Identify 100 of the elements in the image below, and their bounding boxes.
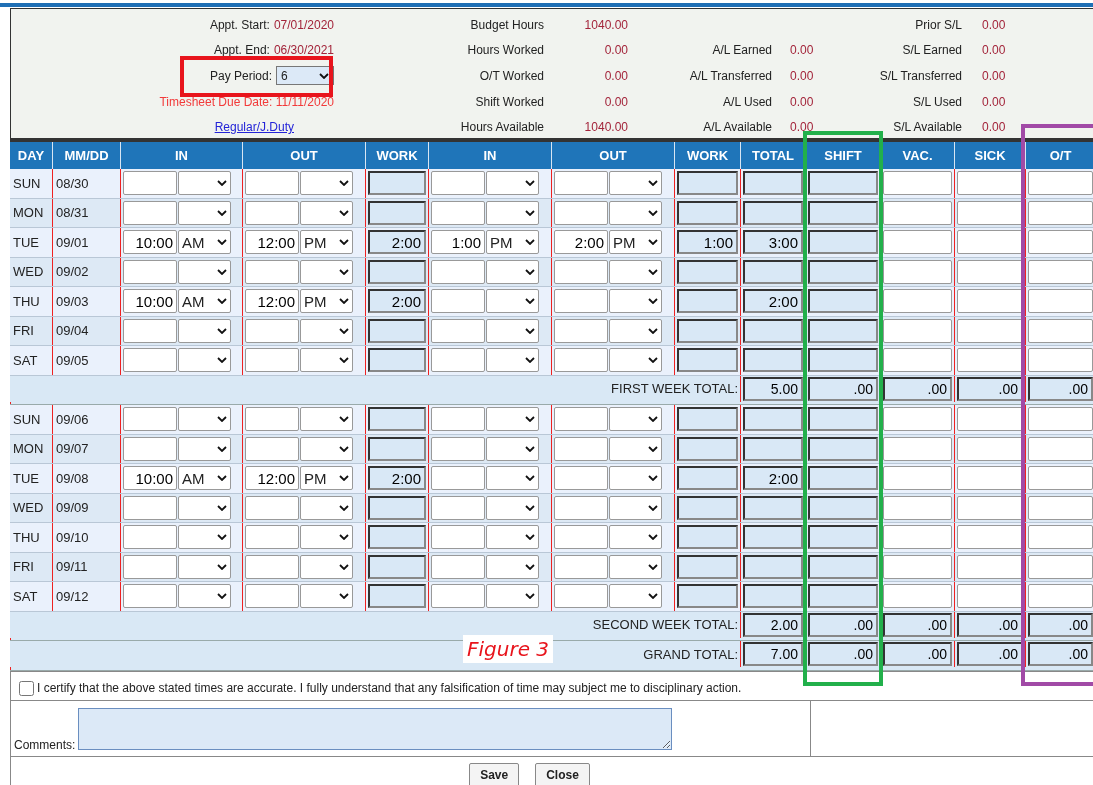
time-field[interactable] bbox=[123, 318, 177, 343]
hours-field[interactable] bbox=[808, 200, 878, 225]
total-field[interactable]: .00 bbox=[883, 376, 952, 401]
hours-field[interactable] bbox=[368, 525, 426, 550]
period-dropdown[interactable] bbox=[486, 289, 539, 314]
period-dropdown[interactable] bbox=[609, 200, 662, 225]
hours-field[interactable] bbox=[677, 584, 738, 609]
time-field[interactable] bbox=[554, 200, 608, 225]
hours-field[interactable] bbox=[368, 407, 426, 432]
hours-field[interactable]: 1:00 bbox=[677, 230, 738, 255]
hours-field[interactable] bbox=[808, 230, 878, 255]
total-field[interactable]: 7.00 bbox=[743, 642, 803, 667]
hours-field[interactable] bbox=[677, 348, 738, 373]
period-dropdown[interactable] bbox=[300, 200, 353, 225]
period-dropdown[interactable]: PM bbox=[609, 230, 662, 255]
hours-field[interactable] bbox=[677, 289, 738, 314]
period-dropdown[interactable] bbox=[486, 495, 539, 520]
hours-field[interactable] bbox=[1028, 348, 1093, 373]
period-dropdown[interactable]: AM bbox=[178, 466, 231, 491]
pay-period-dropdown[interactable]: 6 bbox=[276, 66, 334, 86]
period-dropdown[interactable] bbox=[609, 584, 662, 609]
hours-field[interactable] bbox=[957, 495, 1023, 520]
form-button[interactable]: Close bbox=[535, 762, 590, 785]
form-button[interactable]: Save bbox=[469, 762, 520, 785]
hours-field[interactable] bbox=[743, 259, 803, 284]
period-dropdown[interactable] bbox=[178, 436, 231, 461]
hours-field[interactable] bbox=[883, 436, 952, 461]
hours-field[interactable] bbox=[808, 436, 878, 461]
time-field[interactable] bbox=[431, 171, 485, 196]
time-field[interactable] bbox=[554, 171, 608, 196]
period-dropdown[interactable] bbox=[300, 554, 353, 579]
hours-field[interactable] bbox=[883, 407, 952, 432]
time-field[interactable] bbox=[245, 318, 299, 343]
period-dropdown[interactable] bbox=[486, 436, 539, 461]
period-dropdown[interactable] bbox=[300, 171, 353, 196]
period-dropdown[interactable] bbox=[609, 318, 662, 343]
hours-field[interactable]: 2:00 bbox=[368, 289, 426, 314]
hours-field[interactable] bbox=[883, 466, 952, 491]
time-field[interactable] bbox=[431, 436, 485, 461]
time-field[interactable] bbox=[431, 554, 485, 579]
period-dropdown[interactable] bbox=[609, 171, 662, 196]
period-dropdown[interactable] bbox=[178, 348, 231, 373]
hours-field[interactable] bbox=[957, 584, 1023, 609]
hours-field[interactable] bbox=[677, 495, 738, 520]
certify-checkbox[interactable] bbox=[19, 680, 34, 696]
hours-field[interactable] bbox=[883, 318, 952, 343]
period-dropdown[interactable] bbox=[609, 348, 662, 373]
time-field[interactable] bbox=[431, 466, 485, 491]
total-field[interactable]: .00 bbox=[1028, 612, 1093, 637]
hours-field[interactable] bbox=[808, 525, 878, 550]
hours-field[interactable] bbox=[1028, 584, 1093, 609]
hours-field[interactable]: 2:00 bbox=[368, 466, 426, 491]
period-dropdown[interactable] bbox=[178, 584, 231, 609]
hours-field[interactable] bbox=[677, 525, 738, 550]
hours-field[interactable] bbox=[1028, 436, 1093, 461]
time-field[interactable] bbox=[554, 407, 608, 432]
time-field[interactable] bbox=[123, 584, 177, 609]
time-field[interactable] bbox=[245, 495, 299, 520]
hours-field[interactable] bbox=[957, 171, 1023, 196]
hours-field[interactable] bbox=[677, 466, 738, 491]
time-field[interactable] bbox=[431, 348, 485, 373]
hours-field[interactable] bbox=[883, 200, 952, 225]
time-field[interactable]: 12:00 bbox=[245, 230, 299, 255]
time-field[interactable] bbox=[245, 407, 299, 432]
time-field[interactable] bbox=[554, 584, 608, 609]
period-dropdown[interactable] bbox=[178, 554, 231, 579]
time-field[interactable] bbox=[123, 554, 177, 579]
total-field[interactable]: .00 bbox=[1028, 376, 1093, 401]
time-field[interactable] bbox=[554, 436, 608, 461]
period-dropdown[interactable] bbox=[300, 495, 353, 520]
comments-field[interactable] bbox=[78, 707, 673, 750]
period-dropdown[interactable] bbox=[300, 436, 353, 461]
hours-field[interactable] bbox=[808, 348, 878, 373]
time-field[interactable]: 12:00 bbox=[245, 289, 299, 314]
time-field[interactable] bbox=[123, 171, 177, 196]
hours-field[interactable] bbox=[957, 554, 1023, 579]
time-field[interactable] bbox=[431, 200, 485, 225]
hours-field[interactable] bbox=[743, 200, 803, 225]
hours-field[interactable] bbox=[677, 200, 738, 225]
time-field[interactable] bbox=[245, 259, 299, 284]
hours-field[interactable] bbox=[743, 554, 803, 579]
hours-field[interactable]: 2:00 bbox=[743, 466, 803, 491]
hours-field[interactable] bbox=[957, 407, 1023, 432]
time-field[interactable] bbox=[245, 584, 299, 609]
hours-field[interactable] bbox=[957, 348, 1023, 373]
period-dropdown[interactable] bbox=[486, 525, 539, 550]
hours-field[interactable] bbox=[743, 495, 803, 520]
period-dropdown[interactable] bbox=[486, 466, 539, 491]
duty-link[interactable]: Regular/J.Duty bbox=[214, 120, 294, 135]
hours-field[interactable] bbox=[1028, 495, 1093, 520]
period-dropdown[interactable] bbox=[300, 348, 353, 373]
hours-field[interactable] bbox=[368, 584, 426, 609]
hours-field[interactable] bbox=[883, 289, 952, 314]
hours-field[interactable] bbox=[368, 554, 426, 579]
hours-field[interactable] bbox=[1028, 289, 1093, 314]
hours-field[interactable] bbox=[1028, 525, 1093, 550]
hours-field[interactable] bbox=[808, 495, 878, 520]
hours-field[interactable] bbox=[677, 171, 738, 196]
period-dropdown[interactable] bbox=[300, 318, 353, 343]
hours-field[interactable] bbox=[883, 554, 952, 579]
